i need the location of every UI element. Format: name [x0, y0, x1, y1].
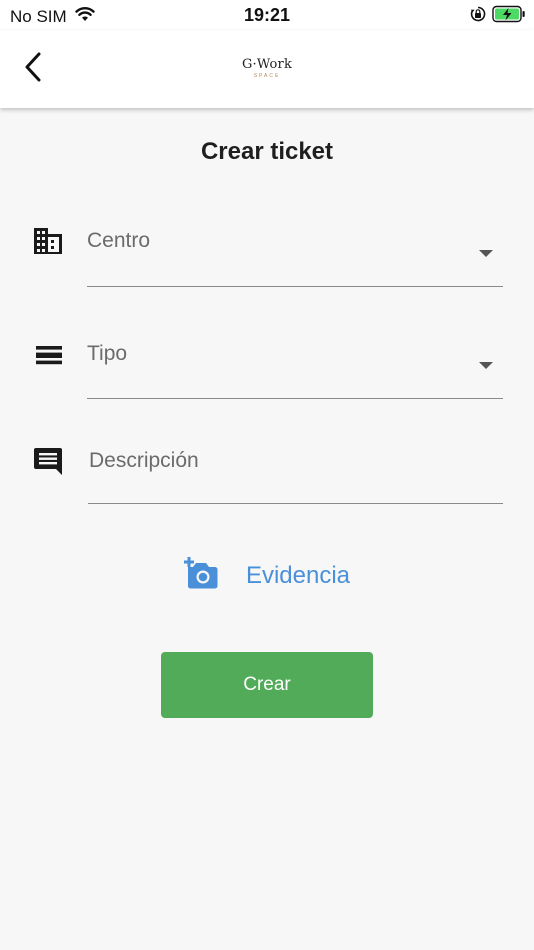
chevron-down-icon — [479, 250, 493, 257]
comment-icon — [33, 446, 63, 476]
descripcion-input[interactable]: Descripción — [88, 445, 503, 504]
battery-charging-icon — [492, 5, 526, 28]
logo-subtext: SPACE — [253, 73, 281, 79]
status-bar: No SIM 19:21 — [0, 0, 534, 30]
orientation-lock-icon — [470, 6, 486, 27]
centro-label: Centro — [87, 229, 151, 252]
evidencia-button[interactable]: Evidencia — [0, 556, 534, 595]
evidencia-label: Evidencia — [245, 561, 351, 589]
crear-button[interactable]: Crear — [161, 652, 373, 718]
building-icon — [33, 226, 63, 256]
add-camera-icon — [183, 556, 218, 595]
status-right — [470, 5, 526, 28]
descripcion-label: Descripción — [89, 449, 199, 472]
app-logo: G·Work SPACE — [0, 57, 534, 79]
app-header: G·Work SPACE — [0, 30, 534, 108]
status-time: 19:21 — [243, 5, 291, 25]
centro-dropdown[interactable]: Centro — [87, 226, 503, 287]
chevron-down-icon — [479, 362, 493, 369]
page-title: Crear ticket — [200, 138, 334, 165]
tipo-label: Tipo — [87, 342, 128, 365]
tipo-dropdown[interactable]: Tipo — [87, 339, 503, 399]
list-icon — [34, 340, 64, 370]
logo-text: G·Work — [241, 57, 293, 72]
